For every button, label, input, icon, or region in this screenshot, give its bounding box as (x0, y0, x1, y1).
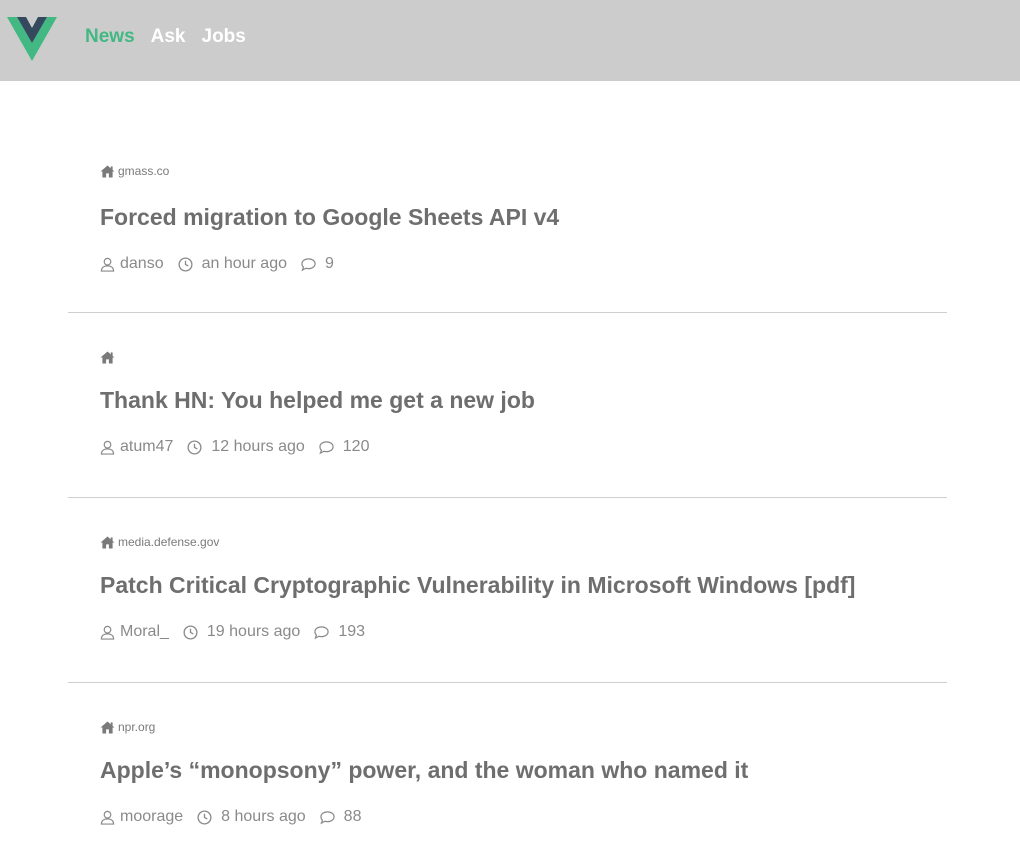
story-author[interactable]: Moral_ (100, 622, 169, 642)
story-item: Thank HN: You helped me get a new job at… (68, 313, 947, 498)
comment-icon (314, 625, 329, 639)
nav-jobs[interactable]: Jobs (202, 25, 246, 49)
story-feed: gmass.co Forced migration to Google Shee… (68, 81, 947, 868)
nav-news[interactable]: News (85, 25, 135, 49)
story-title[interactable]: Forced migration to Google Sheets API v4 (100, 202, 559, 232)
story-meta: Moral_ 19 hours ago 193 (100, 622, 365, 642)
user-icon (100, 257, 115, 272)
story-domain-text[interactable]: gmass.co (118, 164, 169, 178)
story-comment-count[interactable]: 193 (338, 622, 365, 642)
clock-icon (183, 624, 198, 640)
story-time-text: 8 hours ago (221, 808, 306, 825)
comment-icon (301, 257, 316, 271)
story-title[interactable]: Apple’s “monopsony” power, and the woman… (100, 755, 748, 785)
story-title[interactable]: Thank HN: You helped me get a new job (100, 385, 535, 415)
story-item: media.defense.gov Patch Critical Cryptog… (68, 498, 947, 683)
comment-icon (319, 810, 335, 824)
story-item: npr.org Apple’s “monopsony” power, and t… (68, 683, 947, 868)
story-domain[interactable]: gmass.co (100, 163, 169, 179)
story-time: 8 hours ago (197, 807, 306, 827)
story-comments[interactable]: 120 (319, 437, 370, 457)
story-title[interactable]: Patch Critical Cryptographic Vulnerabili… (100, 570, 855, 600)
story-time: an hour ago (178, 254, 287, 274)
story-meta: atum47 12 hours ago 120 (100, 437, 369, 457)
home-icon (100, 720, 115, 734)
story-time: 19 hours ago (183, 622, 300, 642)
clock-icon (178, 256, 193, 272)
story-domain-text[interactable]: npr.org (118, 720, 155, 734)
story-comments[interactable]: 88 (319, 807, 362, 827)
story-author[interactable]: danso (100, 254, 164, 274)
story-time-text: 12 hours ago (211, 438, 305, 455)
story-meta: danso an hour ago 9 (100, 254, 334, 274)
story-domain[interactable] (100, 349, 118, 365)
nav-ask[interactable]: Ask (151, 25, 186, 49)
story-comments[interactable]: 9 (301, 254, 334, 274)
user-icon (100, 625, 115, 640)
home-icon (100, 350, 115, 364)
story-item: gmass.co Forced migration to Google Shee… (68, 81, 947, 313)
story-domain[interactable]: npr.org (100, 719, 155, 735)
top-navigation-bar: News Ask Jobs (0, 0, 1020, 81)
main-nav: News Ask Jobs (85, 25, 246, 49)
story-comment-count[interactable]: 120 (343, 437, 370, 457)
story-comment-count[interactable]: 88 (344, 807, 362, 827)
user-icon (100, 810, 115, 825)
story-author-name[interactable]: atum47 (120, 437, 173, 457)
story-author[interactable]: moorage (100, 807, 183, 827)
story-time: 12 hours ago (187, 437, 305, 457)
story-domain-text[interactable]: media.defense.gov (118, 535, 219, 549)
user-icon (100, 440, 115, 455)
story-domain[interactable]: media.defense.gov (100, 534, 219, 550)
story-author[interactable]: atum47 (100, 437, 173, 457)
home-icon (100, 164, 115, 178)
story-comments[interactable]: 193 (314, 622, 365, 642)
comment-icon (319, 440, 334, 454)
story-author-name[interactable]: moorage (120, 807, 183, 827)
clock-icon (187, 439, 202, 455)
home-icon (100, 535, 115, 549)
story-author-name[interactable]: Moral_ (120, 622, 169, 642)
story-comment-count[interactable]: 9 (325, 254, 334, 274)
vue-logo[interactable] (7, 17, 57, 61)
story-time-text: 19 hours ago (206, 623, 301, 640)
story-author-name[interactable]: danso (120, 254, 164, 274)
story-time-text: an hour ago (201, 255, 287, 272)
clock-icon (197, 809, 212, 825)
story-meta: moorage 8 hours ago 88 (100, 807, 361, 827)
